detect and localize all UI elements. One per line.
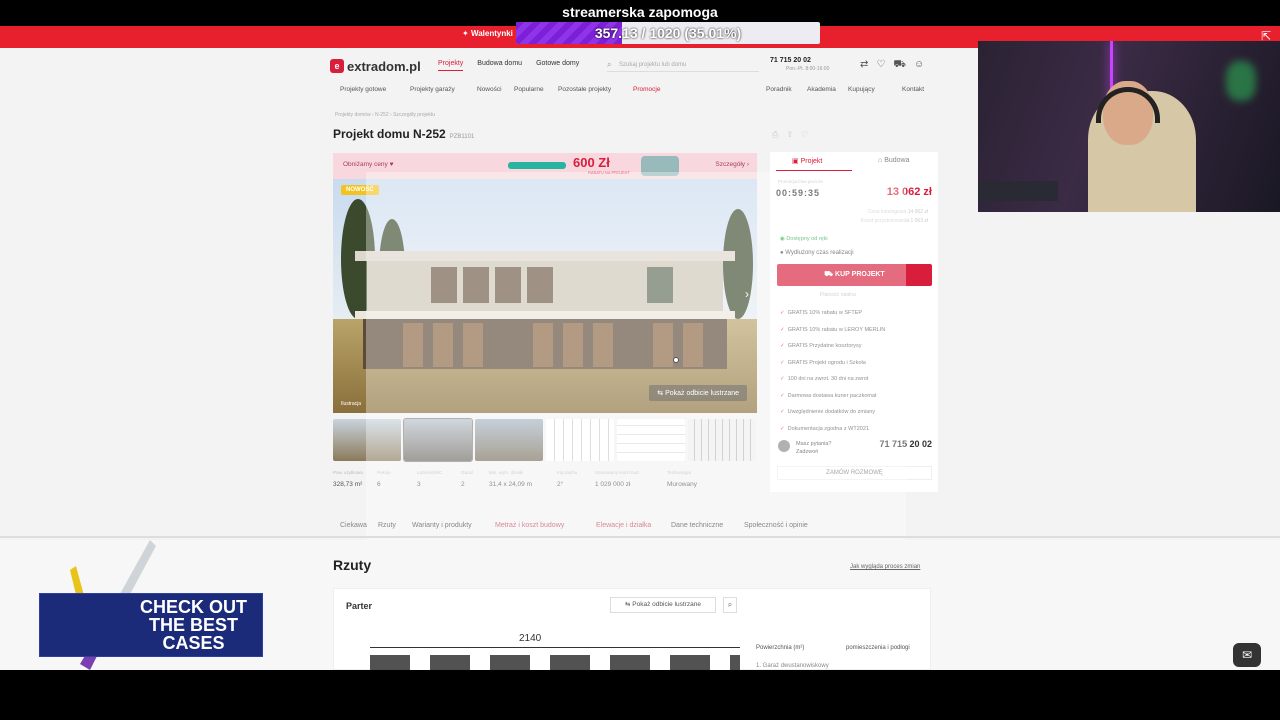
chat-icon[interactable]: ✉ bbox=[1233, 643, 1261, 667]
cases-ad-banner[interactable]: CHECK OUT THE BEST CASES bbox=[39, 593, 263, 657]
subnav-item-promocje[interactable]: Promocje bbox=[633, 86, 660, 93]
search-input[interactable]: ⌕ Szukaj projektu lub domu bbox=[607, 58, 759, 72]
subnav-item[interactable]: Kontakt bbox=[902, 86, 924, 93]
section-tab[interactable]: Społeczność i opinie bbox=[744, 522, 808, 529]
panel-tabs: ▣ Projekt ⌂ Budowa bbox=[770, 152, 938, 171]
subnav-item[interactable]: Projekty gotowe bbox=[340, 86, 386, 93]
header-icons: ⇄ ♡ ⛟ ☺ bbox=[860, 59, 924, 72]
nav-gotowe-domy[interactable]: Gotowe domy bbox=[536, 60, 579, 71]
subnav-item[interactable]: Poradnik bbox=[766, 86, 792, 93]
site-logo[interactable]: e extradom.pl bbox=[330, 57, 421, 75]
tab-projekt[interactable]: ▣ Projekt bbox=[792, 157, 822, 165]
nav-projekty[interactable]: Projekty bbox=[438, 60, 464, 71]
stream-title: streamerska zapomoga bbox=[0, 0, 1280, 24]
page-title-text: Projekt domu N-252 bbox=[333, 127, 446, 141]
stream-frame: streamerska zapomoga ⇱ ✦ Walentynki 357.… bbox=[0, 0, 1280, 720]
user-icon[interactable]: ☺ bbox=[914, 59, 924, 72]
compare-icon[interactable]: ⇄ bbox=[860, 59, 868, 72]
cases-ad-text: CHECK OUT THE BEST CASES bbox=[140, 597, 247, 653]
subnav-item[interactable]: Projekty garaży bbox=[410, 86, 455, 93]
mouse-cursor bbox=[673, 357, 679, 363]
site-header: e extradom.pl Projekty Budowa domu Gotowe… bbox=[330, 54, 930, 80]
subnav-item[interactable]: Akademia bbox=[807, 86, 836, 93]
zoom-icon[interactable]: ⌕ bbox=[723, 597, 737, 613]
section-tab[interactable]: Ciekawa bbox=[340, 522, 367, 529]
divider bbox=[0, 536, 1280, 538]
floor-plan-drawing[interactable] bbox=[370, 655, 740, 670]
promo-details-link[interactable]: Szczegóły › bbox=[715, 161, 749, 168]
sub-nav: Projekty gotowe Projekty garaży Nowości … bbox=[340, 86, 930, 98]
stat-item: Pow. użytkowa 328,73 m² bbox=[333, 470, 363, 488]
section-tab[interactable]: Warianty i produkty bbox=[412, 522, 472, 529]
subnav-item[interactable]: Popularne bbox=[514, 86, 544, 93]
subnav-item[interactable]: Nowości bbox=[477, 86, 502, 93]
logo-icon: e bbox=[330, 59, 344, 73]
dimension-line bbox=[370, 647, 740, 648]
plan-mirror-button[interactable]: ⇆ Pokaż odbicie lustrzane bbox=[610, 597, 716, 613]
promo-amount: 600 Zł bbox=[573, 155, 610, 170]
badge-label: ✦ Walentynki bbox=[462, 29, 513, 38]
page-title: Projekt domu N-252 PZB1101 bbox=[333, 127, 474, 141]
section-tab[interactable]: Dane techniczne bbox=[671, 522, 723, 529]
promo-code-pill bbox=[508, 162, 566, 169]
logo-text: extradom.pl bbox=[347, 58, 421, 74]
section-tab[interactable]: Rzuty bbox=[378, 522, 396, 529]
keyboard bbox=[978, 181, 1058, 201]
section-title-rzuty: Rzuty bbox=[333, 557, 372, 573]
breadcrumb[interactable]: Projekty domów › N-252 › Szczegóły proje… bbox=[335, 112, 435, 118]
section-tab[interactable]: Metraż i koszt budowy bbox=[495, 522, 564, 529]
active-tab-indicator bbox=[776, 170, 852, 171]
transition-overlay bbox=[366, 172, 906, 544]
room-row: 1. Garaż dwustanowiskowy bbox=[756, 663, 829, 669]
plan-dimension: 2140 bbox=[519, 633, 542, 644]
tab-budowa[interactable]: ⌂ Budowa bbox=[878, 157, 909, 164]
subnav-item[interactable]: Kupujący bbox=[848, 86, 875, 93]
goal-text: 357.13 / 1020 (35.01%) bbox=[594, 25, 742, 41]
search-placeholder: Szukaj projektu lub domu bbox=[619, 62, 687, 68]
heart-icon[interactable]: ♡ bbox=[876, 59, 885, 72]
floor-plan-card: Parter ⇆ Pokaż odbicie lustrzane ⌕ 2140 … bbox=[333, 588, 931, 670]
search-icon: ⌕ bbox=[607, 60, 612, 69]
cart-icon[interactable]: ⛟ bbox=[893, 59, 906, 72]
header-phone[interactable]: 71 715 20 02 bbox=[770, 57, 811, 64]
donation-goal-bar: 357.13 / 1020 (35.01%) bbox=[516, 22, 820, 44]
header-phone-hours: Pon.-Pt. 8:00-16:00 bbox=[786, 66, 830, 72]
rooms-header: Powierzchnia (m²) bbox=[756, 645, 805, 651]
floor-label: Parter bbox=[346, 601, 373, 611]
process-link[interactable]: Jak wygląda proces zmian bbox=[850, 564, 920, 570]
share-icons[interactable]: ⎙⇪♡ bbox=[772, 130, 816, 140]
project-code: PZB1101 bbox=[449, 134, 475, 140]
nav-budowa-domu[interactable]: Budowa domu bbox=[477, 60, 522, 71]
webcam-overlay bbox=[978, 41, 1280, 212]
main-nav: Projekty Budowa domu Gotowe domy bbox=[438, 60, 579, 71]
led-light bbox=[1226, 61, 1256, 101]
hero-caption: Ilustracja bbox=[341, 401, 362, 407]
promo-left-text: Obniżamy ceny ♥ bbox=[343, 161, 394, 168]
subnav-item[interactable]: Pozostałe projekty bbox=[558, 86, 611, 93]
letterbox-bottom bbox=[0, 670, 1280, 720]
section-tab[interactable]: Elewacje i działka bbox=[596, 522, 651, 529]
rooms-header: pomieszczenia i podłogi bbox=[846, 645, 910, 651]
